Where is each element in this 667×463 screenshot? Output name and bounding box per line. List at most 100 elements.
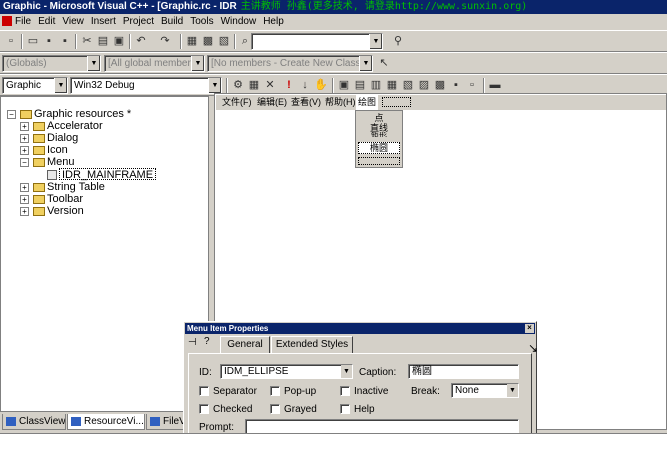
chevron-down-icon[interactable]: ▼ [359,56,372,71]
checked-checkbox[interactable] [199,404,209,414]
res-menu-draw[interactable]: 绘图 [356,95,379,110]
window-list-icon[interactable]: ▧ [216,34,232,49]
tab-general[interactable]: General [220,336,270,353]
new-item-placeholder[interactable] [358,157,400,165]
stop-build-icon[interactable]: ✕ [262,78,278,93]
go-icon[interactable]: ↓ [297,78,313,93]
tree-item-icon[interactable]: Icon [47,144,68,156]
output-window-icon[interactable]: ▩ [200,34,216,49]
find-icon[interactable]: ⚲ [390,34,406,49]
tab-extended-styles[interactable]: Extended Styles [271,336,353,353]
collapse-icon[interactable]: − [20,158,29,167]
paste-icon[interactable]: ▣ [111,34,127,49]
grayed-checkbox[interactable] [270,404,280,414]
menu-file[interactable]: File [15,16,31,27]
window-title-bar[interactable]: Graphic - Microsoft Visual C++ - [Graphi… [0,0,667,14]
find-combo[interactable]: ▼ [251,33,383,50]
chevron-down-icon[interactable]: ▼ [87,56,100,71]
save-all-icon[interactable]: ▪ [57,34,73,49]
menu-project[interactable]: Project [123,16,154,27]
chevron-down-icon[interactable]: ▼ [341,365,352,378]
tab-classview[interactable]: ClassView [2,414,66,430]
tab-fileview[interactable]: FileVi [146,414,186,430]
app-icon[interactable] [2,16,12,27]
chevron-down-icon[interactable]: ▼ [191,56,204,71]
tree-item-menu[interactable]: Menu [47,156,75,168]
tree-item-string-table[interactable]: String Table [47,181,105,193]
build-icon[interactable]: ▦ [246,78,262,93]
tree-root[interactable]: Graphic resources * [34,108,131,120]
chevron-down-icon[interactable]: ▼ [208,78,221,93]
chevron-down-icon[interactable]: ▼ [54,78,67,93]
dropdown-item-point[interactable]: 点 [356,113,402,123]
redo-icon[interactable]: ↷ [157,34,173,49]
project-combo[interactable]: Graphic ▼ [2,77,68,94]
cursor-editor-icon[interactable]: ▥ [368,78,384,93]
caption-field[interactable]: 椭圆 [408,364,519,379]
string-table-icon[interactable]: ▩ [432,78,448,93]
resource-symbols-icon[interactable]: ▬ [487,78,503,93]
expand-icon[interactable]: + [20,122,29,131]
dialog-editor-icon[interactable]: ▣ [336,78,352,93]
workspace-icon[interactable]: ▦ [184,34,200,49]
menu-build[interactable]: Build [161,16,183,27]
pin-icon[interactable]: ⊣ [188,337,197,348]
tree-item-accelerator[interactable]: Accelerator [47,120,103,132]
res-menu-view[interactable]: 查看(V) [291,95,321,110]
expand-icon[interactable]: + [20,207,29,216]
version-icon[interactable]: ▫ [464,78,480,93]
breakpoint-icon[interactable]: ✋ [313,78,329,93]
bitmap-editor-icon[interactable]: ▧ [400,78,416,93]
expand-icon[interactable]: + [20,134,29,143]
menu-edit[interactable]: Edit [38,16,55,27]
menu-help[interactable]: Help [263,16,284,27]
chevron-down-icon[interactable]: ▼ [369,34,382,49]
output-pane[interactable] [0,433,667,463]
tree-item-version[interactable]: Version [47,205,84,217]
res-menu-help[interactable]: 帮助(H) [325,95,356,110]
dropdown-item-ellipse[interactable]: 椭圆 [358,142,400,154]
open-folder-icon[interactable]: ▭ [25,34,41,49]
id-combo[interactable]: IDM_ELLIPSE ▼ [220,364,353,379]
collapse-icon[interactable]: − [7,110,16,119]
accelerator-icon[interactable]: ▪ [448,78,464,93]
res-menu-edit[interactable]: 编辑(E) [257,95,287,110]
menu-insert[interactable]: Insert [91,16,116,27]
chevron-down-icon[interactable]: ▼ [507,384,518,397]
help-icon[interactable]: ? [204,336,210,347]
res-menu-file[interactable]: 文件(F) [222,95,252,110]
cut-icon[interactable]: ✂ [79,34,95,49]
wizard-action-icon[interactable]: ↖ [376,56,392,71]
dropdown-item-rect[interactable]: 矩形 [356,132,402,137]
help-checkbox[interactable] [340,404,350,414]
class-combo[interactable]: (Globals) ▼ [2,55,101,72]
menu-editor-icon[interactable]: ▤ [352,78,368,93]
execute-icon[interactable]: ! [281,78,297,93]
tree-item-dialog[interactable]: Dialog [47,132,78,144]
configuration-combo[interactable]: Win32 Debug ▼ [70,77,222,94]
expand-icon[interactable]: + [20,195,29,204]
close-icon[interactable]: × [525,324,534,333]
menu-view[interactable]: View [62,16,84,27]
expand-icon[interactable]: + [20,146,29,155]
icon-editor-icon[interactable]: ▦ [384,78,400,93]
expand-icon[interactable]: + [20,183,29,192]
compile-icon[interactable]: ⚙ [230,78,246,93]
popup-checkbox[interactable] [270,386,280,396]
toolbar-editor-icon[interactable]: ▨ [416,78,432,93]
tab-resourceview[interactable]: ResourceVi... [67,414,145,430]
tree-item-toolbar[interactable]: Toolbar [47,193,83,205]
tree-item-idr-mainframe[interactable]: IDR_MAINFRAME [59,168,157,181]
separator-checkbox[interactable] [199,386,209,396]
undo-icon[interactable]: ↶ [133,34,149,49]
break-combo[interactable]: None ▼ [451,383,519,398]
save-icon[interactable]: ▪ [41,34,57,49]
copy-icon[interactable]: ▤ [95,34,111,49]
prompt-field[interactable] [245,419,519,434]
new-file-icon[interactable]: ▫ [3,34,19,49]
members-combo[interactable]: [All global members ▼ [104,55,205,72]
dialog-title-bar[interactable]: Menu Item Properties × [185,323,535,334]
menu-tools[interactable]: Tools [190,16,213,27]
menu-window[interactable]: Window [221,16,257,27]
inactive-checkbox[interactable] [340,386,350,396]
